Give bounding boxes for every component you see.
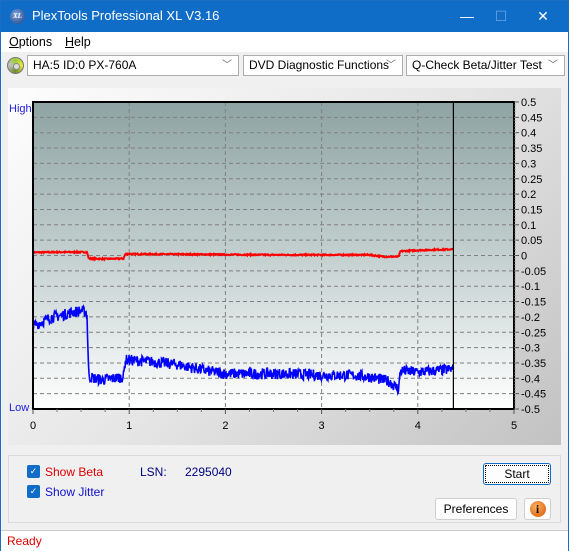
status-text: Ready xyxy=(7,534,42,548)
info-icon: i xyxy=(529,501,546,517)
y-tick-label: -0.4 xyxy=(521,373,540,385)
axis-label-low: Low xyxy=(9,402,29,414)
function-select[interactable]: DVD Diagnostic Functions ﹀ xyxy=(243,55,403,76)
y-tick-label: -0.05 xyxy=(521,266,546,278)
menu-help-label: elp xyxy=(74,35,91,49)
axis-label-high: High xyxy=(9,103,32,115)
menu-bar: Options Help xyxy=(1,32,568,52)
x-tick-label: 0 xyxy=(30,420,36,432)
y-tick-label: 0.35 xyxy=(521,143,542,155)
y-tick-label: 0.05 xyxy=(521,235,542,247)
y-tick-label: -0.15 xyxy=(521,297,546,309)
show-jitter-checkbox[interactable]: ✓ xyxy=(27,485,40,498)
app-logo-icon: XL xyxy=(10,9,25,24)
preferences-button[interactable]: Preferences xyxy=(435,498,517,520)
y-tick-label: -0.25 xyxy=(521,327,546,339)
check-icon: ✓ xyxy=(29,486,38,496)
y-tick-label: 0.1 xyxy=(521,220,536,232)
app-window: XL PlexTools Professional XL V3.16 — ☐ ✕… xyxy=(0,0,569,551)
x-tick-label: 1 xyxy=(126,420,132,432)
lsn-value: 2295040 xyxy=(185,465,232,479)
y-tick-label: 0 xyxy=(521,251,527,263)
x-tick-label: 4 xyxy=(415,420,421,432)
menu-help-accel: H xyxy=(65,35,75,49)
show-beta-label[interactable]: Show Beta xyxy=(45,465,103,479)
function-select-value: DVD Diagnostic Functions xyxy=(249,58,390,72)
chevron-down-icon: ﹀ xyxy=(548,60,558,71)
chevron-down-icon: ﹀ xyxy=(222,60,232,71)
y-tick-label: 0.4 xyxy=(521,128,536,140)
info-button[interactable]: i xyxy=(524,498,551,520)
show-beta-checkbox[interactable]: ✓ xyxy=(27,465,40,478)
menu-help[interactable]: Help xyxy=(65,35,91,49)
y-tick-label: -0.45 xyxy=(521,389,546,401)
y-tick-label: 0.5 xyxy=(521,97,536,109)
x-tick-label: 5 xyxy=(511,420,517,432)
test-select[interactable]: Q-Check Beta/Jitter Test ﹀ xyxy=(406,55,565,76)
status-bar: Ready xyxy=(1,530,568,551)
preferences-button-label: Preferences xyxy=(443,502,509,516)
controls-panel: ✓ Show Beta ✓ Show Jitter LSN: 2295040 S… xyxy=(8,455,561,523)
menu-options-label: ptions xyxy=(18,35,53,49)
y-tick-label: -0.5 xyxy=(521,404,540,416)
window-title: PlexTools Professional XL V3.16 xyxy=(32,8,220,23)
test-select-value: Q-Check Beta/Jitter Test xyxy=(412,58,542,72)
y-tick-label: 0.3 xyxy=(521,158,536,170)
maximize-icon: ☐ xyxy=(494,8,508,24)
menu-options[interactable]: Options xyxy=(9,35,52,49)
check-icon: ✓ xyxy=(29,466,38,476)
title-bar[interactable]: XL PlexTools Professional XL V3.16 — ☐ ✕ xyxy=(1,1,568,32)
start-button[interactable]: Start xyxy=(483,463,551,485)
x-tick-label: 3 xyxy=(319,420,325,432)
y-tick-label: -0.1 xyxy=(521,281,540,293)
beta-jitter-chart: High Low 0 1 2 3 4 5 0.5 0.45 0.4 0.35 0.3 0.25 0.2 0… xyxy=(9,97,546,432)
chart-panel: High Low 0 1 2 3 4 5 0.5 0.45 0.4 0.35 0.3 0.25 0.2 0… xyxy=(8,88,561,445)
show-jitter-label[interactable]: Show Jitter xyxy=(45,485,104,499)
close-icon: ✕ xyxy=(537,8,549,24)
y-tick-label: -0.2 xyxy=(521,312,540,324)
maximize-button[interactable]: ☐ xyxy=(481,5,521,27)
minimize-icon: — xyxy=(460,8,474,24)
close-button[interactable]: ✕ xyxy=(523,5,563,27)
x-tick-label: 2 xyxy=(222,420,228,432)
chevron-down-icon: ﹀ xyxy=(386,60,396,71)
y-tick-label: 0.45 xyxy=(521,112,542,124)
start-button-label: Start xyxy=(504,467,530,481)
lsn-label: LSN: xyxy=(140,465,167,479)
y-tick-label: 0.25 xyxy=(521,174,542,186)
y-tick-label: 0.15 xyxy=(521,204,542,216)
toolbar: HA:5 ID:0 PX-760A ﹀ DVD Diagnostic Funct… xyxy=(1,52,568,81)
drive-select-value: HA:5 ID:0 PX-760A xyxy=(33,58,137,72)
drive-select[interactable]: HA:5 ID:0 PX-760A ﹀ xyxy=(27,55,239,76)
y-tick-label: -0.35 xyxy=(521,358,546,370)
disc-icon xyxy=(7,57,24,74)
y-tick-label: 0.2 xyxy=(521,189,536,201)
menu-options-accel: O xyxy=(9,35,19,49)
y-tick-label: -0.3 xyxy=(521,343,540,355)
